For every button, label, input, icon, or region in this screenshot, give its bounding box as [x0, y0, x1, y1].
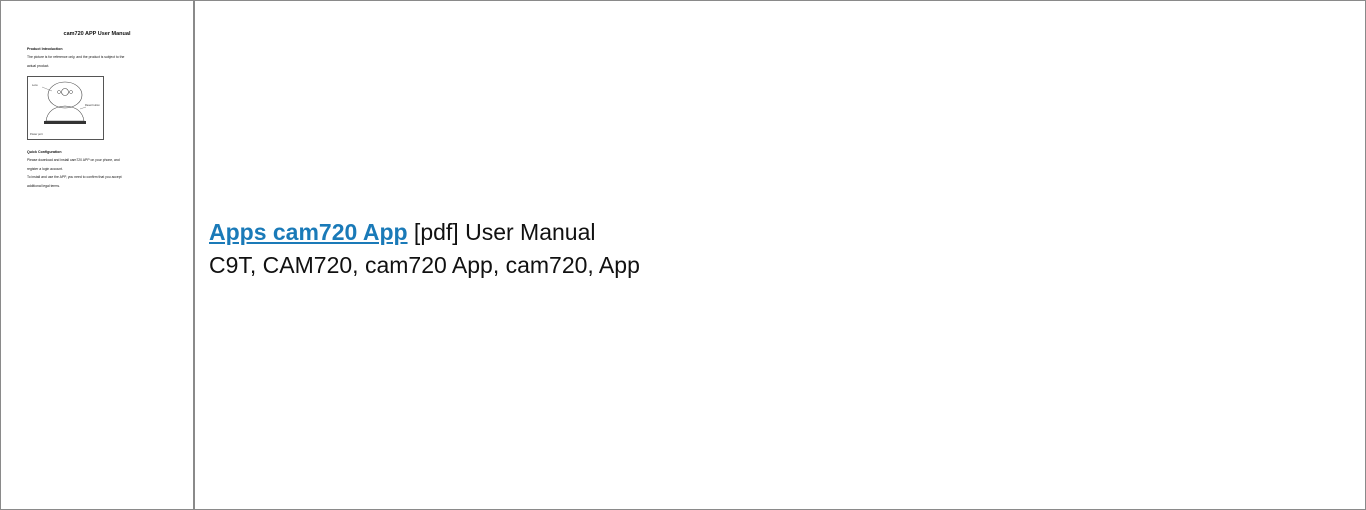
camera-product-figure: Lens Reset button Power port — [27, 76, 104, 140]
figure-label-lens: Lens — [32, 84, 38, 87]
manual-thumbnail-cell[interactable]: cam720 APP User Manual Product Introduct… — [1, 1, 195, 509]
manual-thumbnail-page[interactable]: cam720 APP User Manual Product Introduct… — [25, 31, 169, 190]
manual-info-cell: Apps cam720 App [pdf] User Manual C9T, C… — [195, 1, 1365, 509]
thumbnail-section1-heading: Product Introduction — [27, 47, 63, 51]
manual-listing-row: cam720 APP User Manual Product Introduct… — [0, 0, 1366, 510]
figure-label-power: Power port — [30, 133, 43, 136]
thumbnail-title: cam720 APP User Manual — [63, 31, 131, 37]
thumbnail-text-line: Please download and install cam720 APP o… — [27, 158, 120, 162]
manual-tags: C9T, CAM720, cam720 App, cam720, App — [209, 252, 640, 278]
manual-title-suffix: [pdf] User Manual — [407, 219, 596, 245]
thumbnail-text-line: The picture is for reference only, and t… — [27, 55, 125, 59]
thumbnail-section2-heading: Quick Configuration — [27, 150, 62, 154]
camera-drawing-icon — [41, 81, 87, 124]
manual-title-line: Apps cam720 App [pdf] User Manual — [209, 219, 595, 246]
thumbnail-text-line: actual product. — [27, 63, 50, 68]
manual-title-link[interactable]: Apps cam720 App — [209, 219, 408, 245]
thumbnail-text-line: register a login account. — [27, 166, 63, 171]
thumbnail-section2: Quick Configuration Please download and … — [25, 150, 169, 190]
thumbnail-text-line: additional legal terms. — [27, 183, 60, 188]
figure-label-reset: Reset button — [85, 104, 100, 107]
thumbnail-text-line: To install and use the APP, you need to … — [27, 175, 122, 179]
